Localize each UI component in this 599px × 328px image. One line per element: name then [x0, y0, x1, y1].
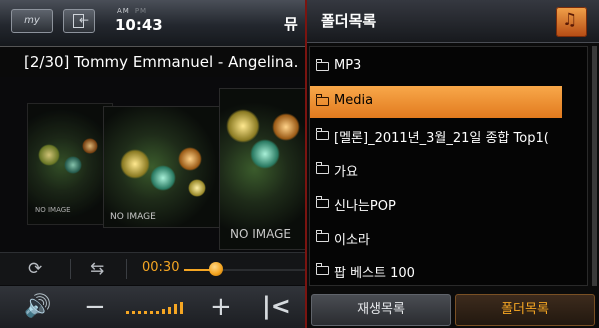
music-notes-icon: ♫ [562, 10, 578, 30]
seek-bar-track[interactable] [216, 269, 305, 271]
folder-item[interactable]: 이소라 [310, 222, 562, 254]
album-cover-next[interactable]: NO IMAGE [219, 88, 307, 250]
no-image-label: NO IMAGE [35, 206, 71, 214]
volume-level-bar [180, 302, 183, 314]
folder-icon [316, 230, 329, 242]
exit-button[interactable]: ← [63, 9, 95, 33]
volume-level-bar [126, 311, 129, 314]
no-image-label: NO IMAGE [110, 212, 156, 222]
album-cover-current[interactable]: NO IMAGE [103, 106, 225, 228]
album-cover-previous[interactable]: NO IMAGE [27, 103, 113, 225]
folder-item[interactable]: 가요 [310, 154, 562, 186]
am-pm-indicator: AM PM [117, 7, 147, 15]
folder-item[interactable]: MP3 [310, 51, 562, 83]
folder-item[interactable]: 팝 베스트 100 [310, 255, 562, 287]
folder-item-selected[interactable]: Media [310, 86, 562, 118]
tab-folder-list[interactable]: 폴더목록 [455, 294, 595, 326]
am-label: AM [117, 7, 130, 15]
volume-level-bar [138, 311, 141, 314]
list-scrollbar[interactable] [592, 46, 597, 286]
volume-level-bar [132, 311, 135, 314]
separator [126, 259, 127, 279]
folder-item-label: MP3 [334, 58, 362, 73]
volume-level-bar [174, 304, 177, 314]
speaker-icon[interactable]: 🔊 [24, 294, 51, 319]
folder-icon [316, 263, 329, 275]
folder-list: MP3 Media [멜론]_2011년_3월_21일 종합 Top1( 가요 … [309, 46, 588, 286]
elapsed-time: 00:30 [142, 260, 180, 275]
volume-level-bar [168, 306, 171, 314]
folder-item-label: 신나는POP [334, 199, 396, 214]
music-menu-button[interactable]: ♫ [556, 7, 587, 37]
tab-playlist[interactable]: 재생목록 [311, 294, 451, 326]
volume-bar: 🔊 − + |< [0, 286, 305, 328]
track-title: [2/30] Tommy Emmanuel - Angelina. [24, 53, 299, 71]
folder-panel-header: 폴더목록 ♫ [307, 0, 599, 43]
volume-up-icon[interactable]: + [210, 292, 232, 322]
arrow-left-icon: ← [79, 13, 90, 27]
folder-icon [316, 162, 329, 174]
volume-level-bar [144, 311, 147, 314]
folder-panel-title: 폴더목록 [321, 12, 377, 30]
playback-control-bar: ⟳ ⇆ 00:30 [0, 252, 305, 285]
player-panel: my ← AM PM 10:43 뮤 [2/30] Tommy Emmanuel … [0, 0, 307, 328]
previous-icon[interactable]: |< [262, 292, 291, 320]
pm-label: PM [134, 7, 148, 15]
folder-panel: 폴더목록 ♫ MP3 Media [멜론]_2011년_3월_21일 종합 To… [307, 0, 599, 328]
top-bar: my ← AM PM 10:43 뮤 [0, 0, 305, 47]
folder-icon [316, 59, 329, 71]
folder-icon [316, 128, 329, 140]
folder-icon [316, 94, 329, 106]
folder-item-label: 이소라 [334, 233, 370, 248]
music-mode-label: 뮤 [284, 15, 298, 33]
folder-icon [316, 196, 329, 208]
folder-item[interactable]: 신나는POP [310, 188, 562, 220]
folder-item[interactable]: [멜론]_2011년_3월_21일 종합 Top1( [310, 120, 562, 152]
shuffle-icon[interactable]: ⇆ [90, 259, 104, 279]
track-title-bar: [2/30] Tommy Emmanuel - Angelina. [0, 47, 305, 77]
separator [70, 259, 71, 279]
folder-item-label: Media [334, 93, 374, 108]
volume-down-icon[interactable]: − [84, 292, 106, 322]
clock: 10:43 [115, 16, 163, 34]
volume-level-bar [150, 311, 153, 314]
no-image-label: NO IMAGE [230, 227, 292, 241]
volume-level-bar [162, 308, 165, 314]
folder-item-label: 팝 베스트 100 [334, 266, 415, 281]
volume-level-bar [156, 311, 159, 314]
folder-item-label: 가요 [334, 165, 358, 180]
my-button[interactable]: my [11, 9, 53, 33]
seek-handle[interactable] [209, 262, 223, 276]
scrollbar-thumb[interactable] [592, 46, 597, 286]
folder-item-label: [멜론]_2011년_3월_21일 종합 Top1( [334, 131, 549, 146]
repeat-icon[interactable]: ⟳ [28, 259, 42, 279]
